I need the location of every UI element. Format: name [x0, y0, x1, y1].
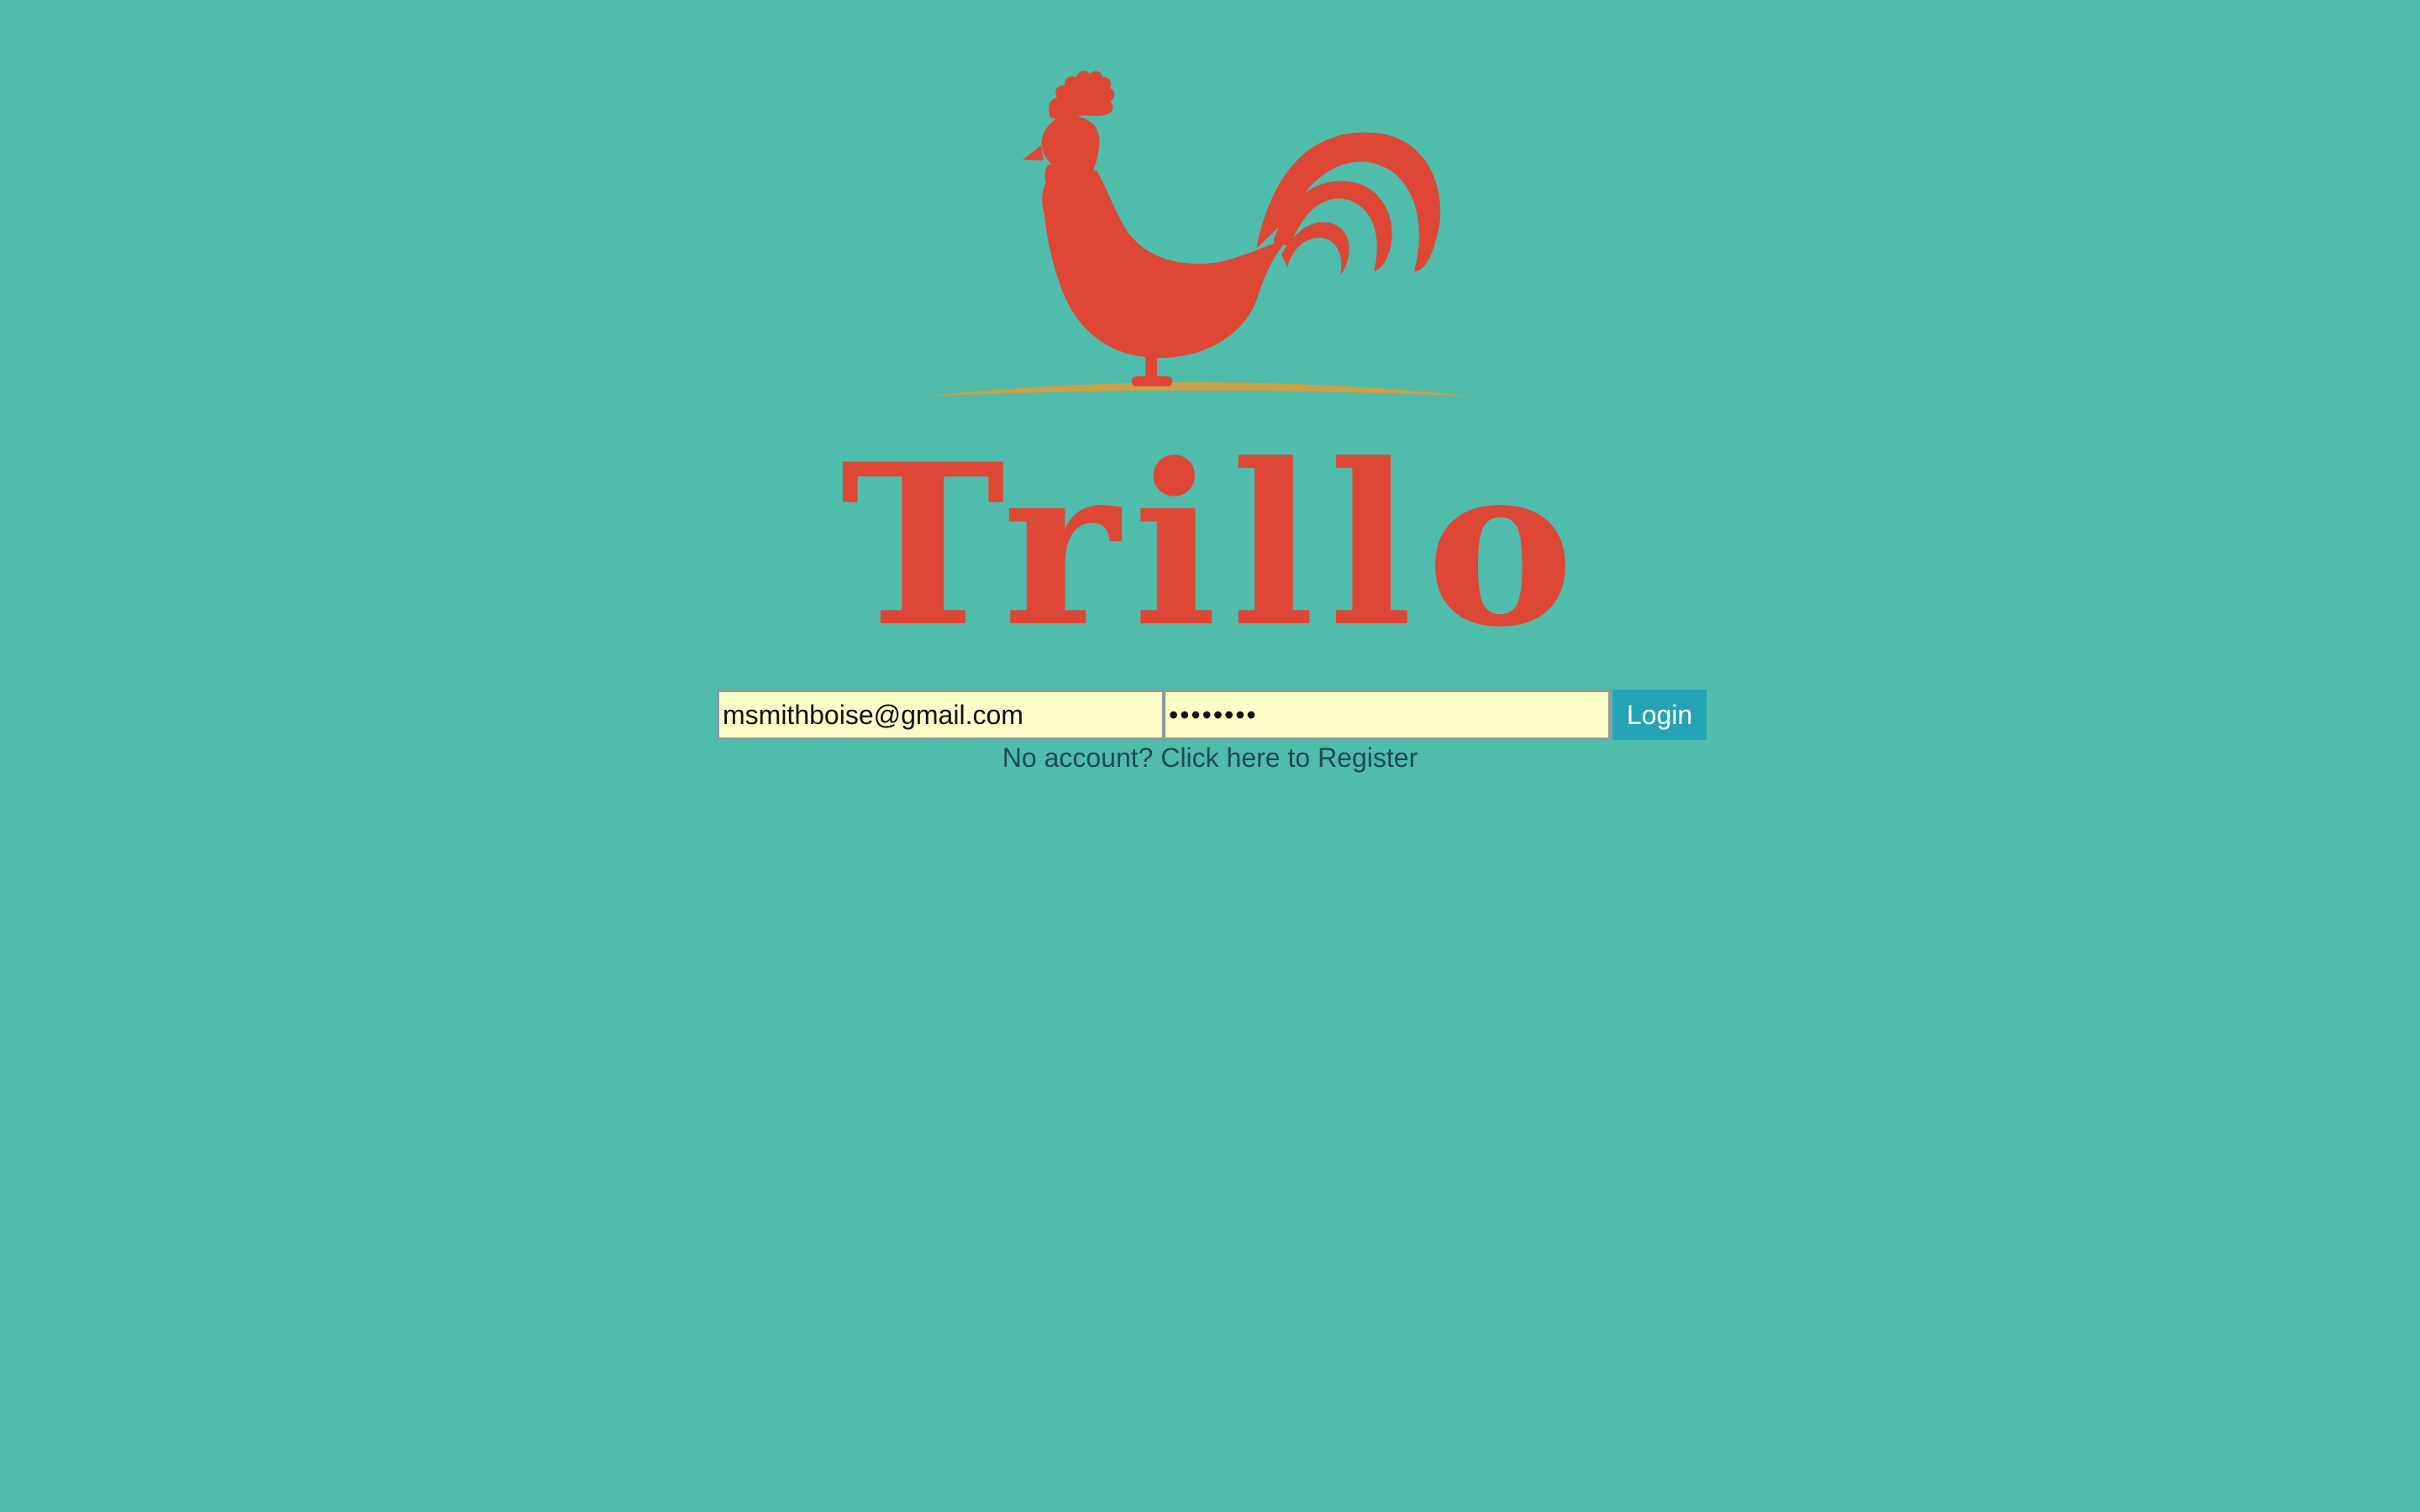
- rooster-icon: [920, 71, 1477, 396]
- register-link[interactable]: No account? Click here to Register: [924, 743, 1496, 774]
- rooster-logo: [920, 66, 1477, 405]
- app-name: Trillo: [840, 416, 1588, 676]
- ground-arc: [920, 382, 1477, 396]
- email-field[interactable]: [717, 690, 1163, 740]
- login-button[interactable]: Login: [1612, 690, 1707, 740]
- password-field[interactable]: [1163, 690, 1611, 740]
- login-form: Login: [717, 690, 1707, 740]
